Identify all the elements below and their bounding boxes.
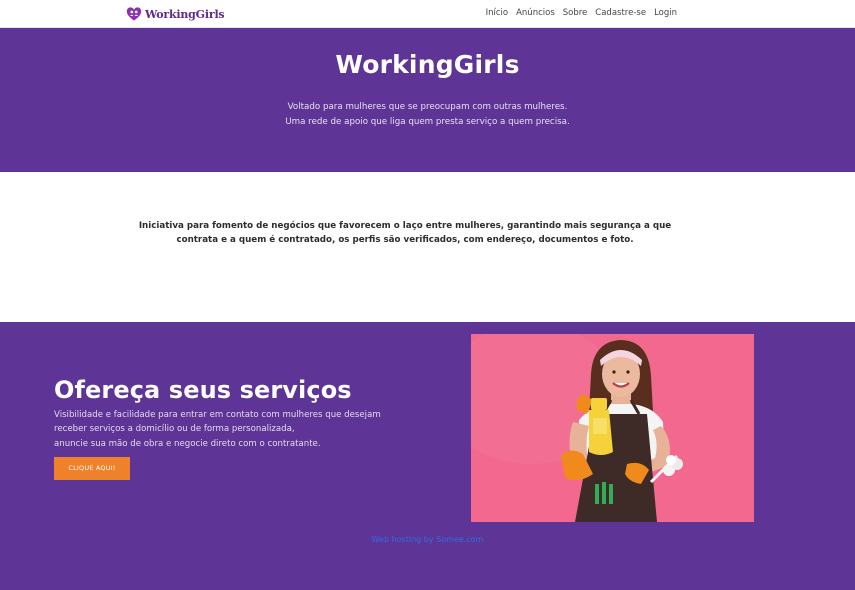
brand-name: WorkingGirls (145, 7, 225, 21)
about-section: Iniciativa para fomento de negócios que … (0, 172, 855, 322)
offer-description-line: anuncie sua mão de obra e negocie direto… (54, 438, 321, 449)
navbar: WorkingGirls Início Anúncios Sobre Cadas… (0, 0, 855, 28)
cleaning-woman-illustration-icon (471, 334, 754, 522)
nav-link-sobre[interactable]: Sobre (563, 0, 588, 27)
cta-button[interactable]: CLIQUE AQUI! (54, 457, 130, 480)
offer-section: Ofereça seus serviços Visibilidade e fac… (0, 322, 855, 590)
nav-links: Início Anúncios Sobre Cadastre-se Login (486, 0, 677, 27)
hero-subtitle-line: Voltado para mulheres que se preocupam c… (287, 102, 568, 112)
offer-description-line: Visibilidade e facilidade para entrar em… (54, 410, 381, 420)
hero-title: WorkingGirls (335, 50, 520, 79)
hero-subtitle-line: Uma rede de apoio que liga quem presta s… (285, 116, 570, 127)
offer-description: Visibilidade e facilidade para entrar em… (54, 408, 394, 451)
nav-link-login[interactable]: Login (654, 0, 677, 27)
smiling-cleaning-woman-photo (471, 334, 754, 522)
hero-section: WorkingGirls Voltado para mulheres que s… (0, 28, 855, 172)
nav-link-inicio[interactable]: Início (486, 0, 509, 27)
nav-link-anuncios[interactable]: Anúncios (516, 0, 555, 27)
hero-subtitle: Voltado para mulheres que se preocupam c… (0, 100, 855, 129)
web-hosting-link[interactable]: Web hosting by Somee.com (0, 535, 855, 544)
heart-women-logo-icon (126, 7, 142, 21)
offer-description-line: receber serviços a domicílio ou de forma… (54, 424, 295, 435)
brand-logo-link[interactable]: WorkingGirls (126, 5, 225, 23)
offer-title: Ofereça seus serviços (54, 376, 352, 404)
about-text: Iniciativa para fomento de negócios que … (138, 221, 672, 245)
nav-link-cadastre-se[interactable]: Cadastre-se (595, 0, 646, 27)
